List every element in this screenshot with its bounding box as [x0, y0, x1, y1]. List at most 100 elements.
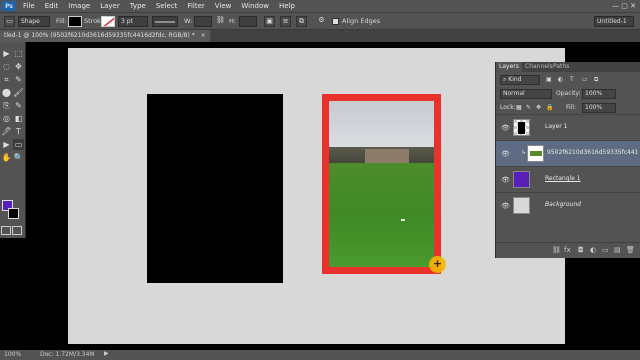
filter-pixel-icon[interactable]: ▣	[546, 75, 552, 85]
layer-thumbnail	[527, 145, 544, 162]
layer-row-layer-1[interactable]: 👁 Layer 1	[496, 114, 640, 140]
path-alignment-icon[interactable]: ≡	[280, 16, 291, 27]
lock-all-icon[interactable]: 🔒	[546, 103, 553, 113]
stroke-line-icon	[155, 21, 175, 23]
lock-label: Lock:	[500, 104, 516, 111]
filter-row: ⌕ Kind ▣ ◐ T ▭ ⧉	[496, 74, 640, 86]
path-select-tool-icon[interactable]: ▶	[1, 139, 12, 150]
width-label: W:	[184, 17, 193, 25]
filter-smart-object-icon[interactable]: ⧉	[594, 75, 598, 85]
adjustment-layer-icon[interactable]: ◐	[590, 246, 596, 254]
stroke-type-select[interactable]	[152, 16, 178, 27]
tools-panel: ▶ ⬚ ◌ ✥ ⌗ ✎ ⬤ 🖌 ⎘ ✎ ◎ ◧ 🖊 T ▶ ▭ ✋ 🔍	[0, 42, 26, 238]
filter-type-icon[interactable]: T	[570, 75, 574, 85]
visibility-eye-icon[interactable]: 👁	[501, 150, 510, 158]
path-arrangement-icon[interactable]: ⧉	[296, 16, 307, 27]
history-brush-tool-icon[interactable]: ✎	[13, 100, 24, 111]
move-tool-icon[interactable]: ▶	[1, 48, 12, 59]
document-tab[interactable]: tled-1 @ 100% (9502f6210d3616d59335fc441…	[0, 30, 210, 42]
lock-pixels-icon[interactable]: ▦	[516, 103, 522, 113]
close-icon[interactable]: ×	[201, 32, 206, 39]
layers-footer: ⛓ fx ◘ ◐ ▭ ▤ 🗑	[496, 242, 640, 258]
stroke-width-field[interactable]: 3 pt	[118, 16, 148, 27]
height-field[interactable]	[239, 16, 257, 27]
clone-stamp-tool-icon[interactable]: ⎘	[1, 100, 12, 111]
gradient-tool-icon[interactable]: ◧	[13, 113, 24, 124]
photo-grass	[329, 163, 434, 267]
fill-swatch[interactable]	[68, 16, 82, 27]
layer-name: Background	[545, 201, 581, 208]
menu-view[interactable]: View	[210, 2, 237, 10]
filter-kind-select[interactable]: ⌕ Kind	[500, 75, 540, 85]
filter-adjustment-icon[interactable]: ◐	[558, 75, 563, 85]
align-edges-checkbox[interactable]	[332, 18, 339, 25]
width-field[interactable]	[194, 16, 212, 27]
layer-thumbnail	[513, 171, 530, 188]
screen-mode-icon[interactable]	[12, 226, 22, 235]
shape-tool-icon[interactable]: ▭	[4, 16, 15, 27]
window-controls[interactable]: — ▢ ✕	[612, 2, 636, 10]
new-layer-icon[interactable]: ▤	[614, 246, 621, 254]
visibility-eye-icon[interactable]: 👁	[501, 202, 510, 210]
new-group-icon[interactable]: ▭	[602, 246, 609, 254]
zoom-tool-icon[interactable]: 🔍	[13, 152, 24, 163]
eraser-tool-icon[interactable]: ◎	[1, 113, 12, 124]
workspace-select[interactable]: Untitled-1	[594, 16, 634, 27]
quick-mask-icon[interactable]	[1, 226, 11, 235]
tab-paths[interactable]: Paths	[550, 62, 572, 72]
brush-tool-icon[interactable]: 🖌	[13, 87, 24, 98]
pen-tool-icon[interactable]: 🖊	[1, 126, 12, 137]
tab-layers[interactable]: Layers	[496, 62, 522, 72]
link-layers-icon[interactable]: ⛓	[552, 246, 561, 254]
healing-tool-icon[interactable]: ⬤	[1, 87, 12, 98]
layer-row-photo[interactable]: 👁 ↳ 9502f6210d3616d59335fc4416...	[496, 140, 640, 166]
menu-image[interactable]: Image	[63, 2, 95, 10]
fill-field[interactable]: 100%	[582, 103, 616, 113]
field-photo[interactable]	[329, 101, 434, 267]
visibility-eye-icon[interactable]: 👁	[501, 124, 510, 132]
link-dimensions-icon[interactable]: ⛓	[215, 16, 226, 27]
lock-paint-icon[interactable]: ✎	[526, 103, 531, 113]
menu-help[interactable]: Help	[274, 2, 300, 10]
canvas[interactable]	[68, 48, 565, 344]
crop-tool-icon[interactable]: ⌗	[1, 74, 12, 85]
eyedropper-tool-icon[interactable]: ✎	[13, 74, 24, 85]
menu-file[interactable]: File	[18, 2, 40, 10]
lock-position-icon[interactable]: ✥	[536, 103, 541, 113]
menu-type[interactable]: Type	[125, 2, 151, 10]
hand-tool-icon[interactable]: ✋	[1, 152, 12, 163]
opacity-field[interactable]: 100%	[582, 89, 616, 99]
layers-panel: Layers Channels Paths ⌕ Kind ▣ ◐ T ▭ ⧉ N…	[495, 62, 640, 258]
black-rectangle-shape[interactable]	[147, 94, 283, 283]
document-tab-bar: tled-1 @ 100% (9502f6210d3616d59335fc441…	[0, 30, 640, 42]
menu-layer[interactable]: Layer	[95, 2, 125, 10]
quick-select-tool-icon[interactable]: ✥	[13, 61, 24, 72]
rectangle-tool-icon[interactable]: ▭	[13, 139, 24, 150]
visibility-eye-icon[interactable]: 👁	[501, 176, 510, 184]
thumbnail-photo	[530, 151, 542, 156]
filter-shape-icon[interactable]: ▭	[582, 75, 588, 85]
gear-icon[interactable]: ⚙	[316, 16, 327, 27]
blend-mode-select[interactable]: Normal	[500, 89, 552, 99]
photo-building	[365, 149, 409, 163]
opacity-label: Opacity:	[556, 90, 581, 97]
layer-row-background[interactable]: 👁 Background	[496, 192, 640, 218]
path-operations-icon[interactable]: ▣	[264, 16, 275, 27]
menu-select[interactable]: Select	[151, 2, 183, 10]
fx-icon[interactable]: fx	[564, 246, 571, 254]
type-tool-icon[interactable]: T	[13, 126, 24, 137]
tool-mode-select[interactable]: Shape	[18, 16, 50, 27]
zoom-level[interactable]: 100%	[4, 351, 21, 358]
menu-edit[interactable]: Edit	[40, 2, 64, 10]
marquee-tool-icon[interactable]: ⬚	[13, 48, 24, 59]
panel-tabs: Layers Channels Paths	[496, 62, 640, 72]
add-mask-icon[interactable]: ◘	[578, 246, 584, 254]
menu-filter[interactable]: Filter	[182, 2, 209, 10]
background-color-swatch[interactable]	[8, 208, 19, 219]
lasso-tool-icon[interactable]: ◌	[1, 61, 12, 72]
layer-row-rectangle-1[interactable]: 👁 Rectangle 1	[496, 166, 640, 192]
stroke-swatch[interactable]	[101, 16, 115, 27]
menu-window[interactable]: Window	[236, 2, 274, 10]
status-menu-arrow-icon[interactable]: ▶	[104, 350, 109, 357]
trash-icon[interactable]: 🗑	[626, 246, 635, 254]
